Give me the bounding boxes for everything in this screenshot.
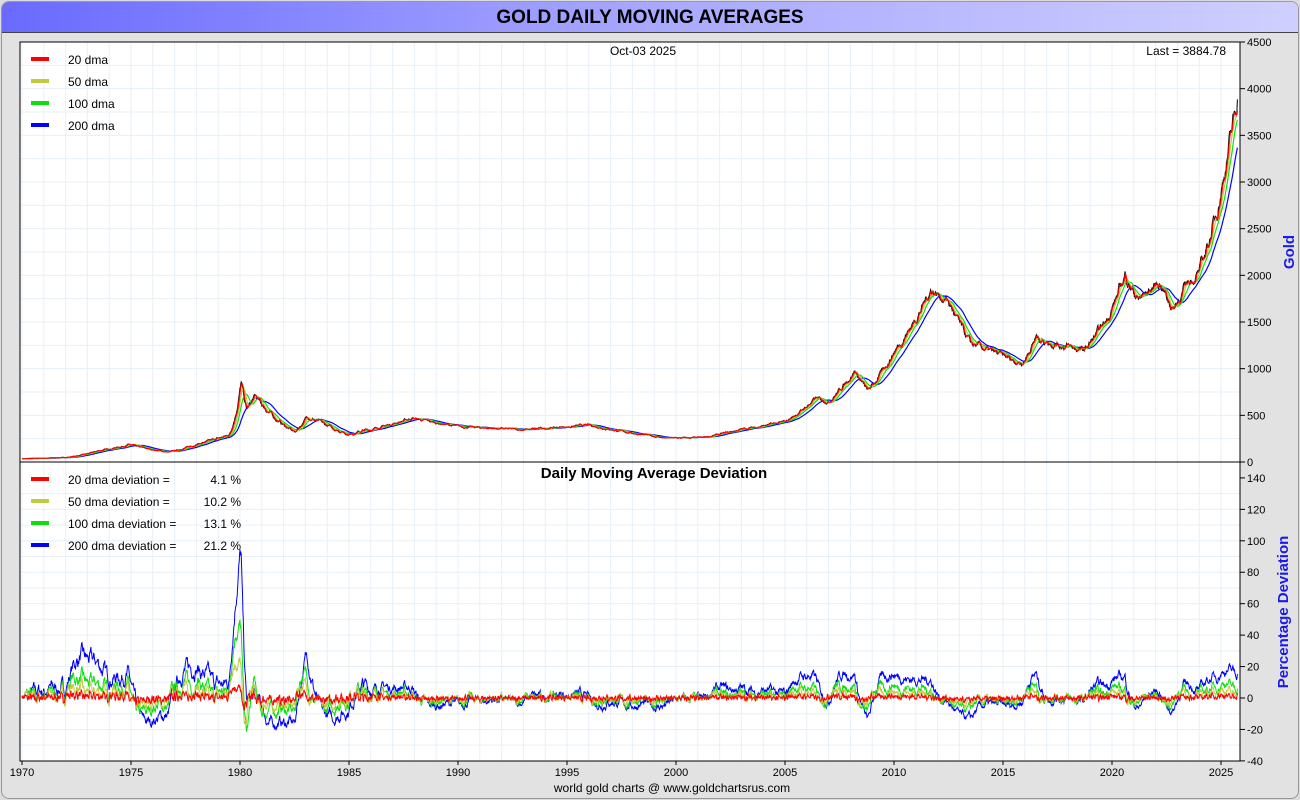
y-tick-label: 80: [1247, 567, 1259, 579]
last-price-label: Last = 3884.78: [1146, 44, 1226, 58]
x-tick-label: 1985: [337, 767, 361, 779]
y-tick-label: 2000: [1247, 270, 1271, 282]
x-tick-label: 2000: [664, 767, 688, 779]
legend-label: 100 dma: [68, 97, 115, 111]
y-tick-label: 1000: [1247, 364, 1271, 376]
legend-label: 50 dma: [68, 75, 108, 89]
x-tick-label: 2025: [1209, 767, 1233, 779]
legend-value: 10.2 %: [204, 495, 242, 509]
x-tick-label: 1980: [228, 767, 252, 779]
y-tick-label: 2500: [1247, 224, 1271, 236]
x-tick-label: 2005: [773, 767, 797, 779]
y-tick-label: 40: [1247, 630, 1259, 642]
deviation-title: Daily Moving Average Deviation: [541, 465, 767, 482]
legend-label: 20 dma deviation =: [68, 473, 170, 487]
x-tick-label: 2015: [991, 767, 1015, 779]
x-tick-label: 1975: [119, 767, 143, 779]
y-tick-label: -40: [1247, 756, 1263, 768]
date-label: Oct-03 2025: [610, 44, 676, 58]
legend-value: 4.1 %: [210, 473, 241, 487]
y-tick-label: 120: [1247, 504, 1265, 516]
legend-label: 200 dma: [68, 119, 115, 133]
y-tick-label: 4500: [1247, 37, 1271, 49]
legend-label: 100 dma deviation =: [68, 517, 176, 531]
deviation-axis-label: Percentage Deviation: [1275, 536, 1292, 689]
gold-axis-label: Gold: [1281, 235, 1298, 269]
x-tick-label: 1990: [446, 767, 470, 779]
y-tick-label: -20: [1247, 724, 1263, 736]
y-tick-label: 500: [1247, 410, 1265, 422]
x-tick-label: 1970: [10, 767, 34, 779]
y-tick-label: 100: [1247, 536, 1265, 548]
legend-value: 13.1 %: [204, 517, 242, 531]
legend-label: 50 dma deviation =: [68, 495, 170, 509]
y-tick-label: 3500: [1247, 130, 1271, 142]
y-tick-label: 140: [1247, 473, 1265, 485]
legend-label: 20 dma: [68, 53, 108, 67]
x-tick-label: 2010: [882, 767, 906, 779]
legend-label: 200 dma deviation =: [68, 539, 176, 553]
chart-svg: 050010001500200025003000350040004500-40-…: [10, 37, 1298, 795]
y-tick-label: 4000: [1247, 84, 1271, 96]
x-tick-label: 2020: [1100, 767, 1124, 779]
y-tick-label: 0: [1247, 693, 1253, 705]
legend-value: 21.2 %: [204, 539, 242, 553]
plot-area: [20, 42, 1240, 761]
x-tick-label: 1995: [555, 767, 579, 779]
y-tick-label: 20: [1247, 662, 1259, 674]
y-tick-label: 60: [1247, 599, 1259, 611]
y-tick-label: 1500: [1247, 317, 1271, 329]
footer-credit: world gold charts @ www.goldchartsrus.co…: [553, 781, 790, 795]
y-tick-label: 0: [1247, 457, 1253, 469]
y-tick-label: 3000: [1247, 177, 1271, 189]
